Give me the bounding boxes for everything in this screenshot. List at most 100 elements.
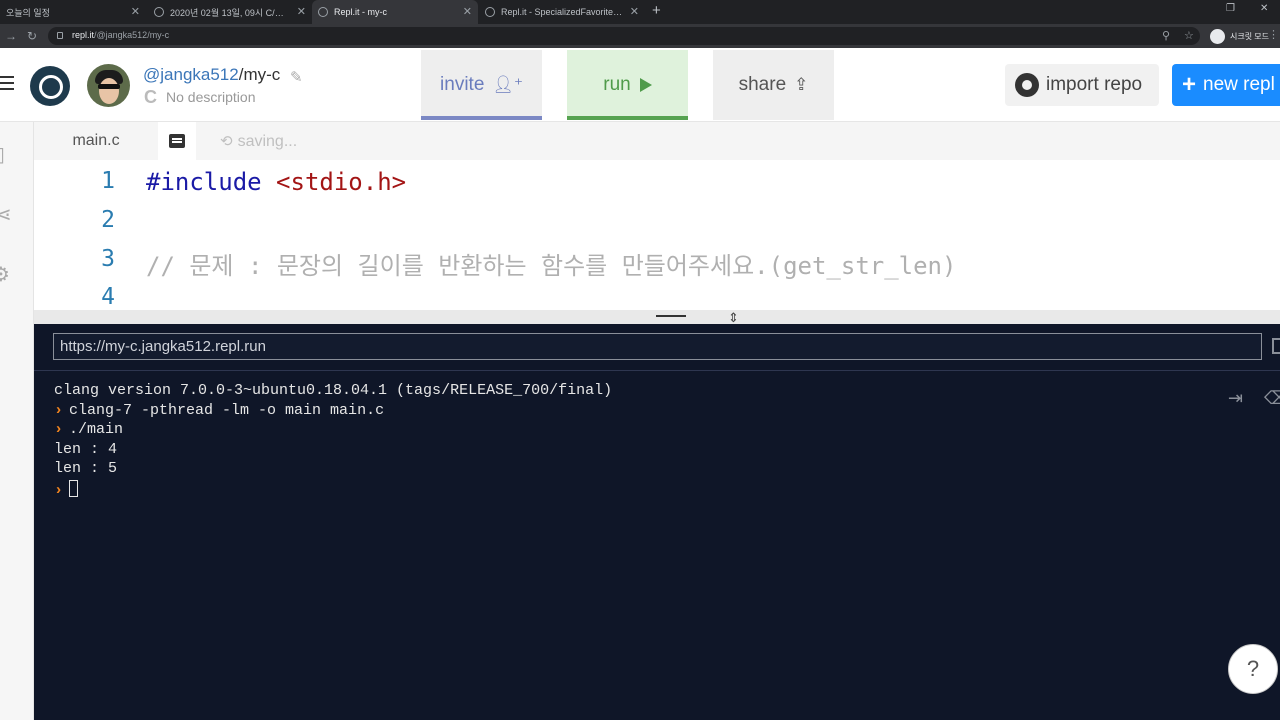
share-nodes-icon[interactable]: ⋖: [0, 202, 12, 227]
console-pane: https://my-c.jangka512.repl.run clang ve…: [34, 324, 1280, 720]
tab-close-icon[interactable]: ✕: [630, 5, 639, 19]
browser-tab-bar: 오늘의 일정 ✕ 2020년 02월 13일, 09시 C/자료구조 ✕ Rep…: [0, 0, 1280, 24]
file-menu-button[interactable]: [158, 122, 196, 160]
browser-tab-active[interactable]: Repl.it - my-c ✕: [312, 0, 478, 24]
replit-logo-icon[interactable]: [30, 66, 70, 106]
browser-tab-label: 2020년 02월 13일, 09시 C/자료구조: [170, 7, 306, 18]
code-editor[interactable]: 1 #include <stdio.h> 2 3 // 문제 : 문장의 길이를…: [34, 160, 1280, 310]
close-window-icon[interactable]: ✕: [1260, 3, 1268, 14]
pane-resize-handle[interactable]: ⇕: [34, 310, 1280, 325]
new-repl-button[interactable]: + new repl: [1172, 64, 1280, 106]
code-line: 1 #include <stdio.h>: [34, 162, 1280, 201]
share-button[interactable]: share ⇪: [713, 50, 834, 120]
terminal-line-text: clang version 7.0.0-3~ubuntu0.18.04.1 (t…: [54, 382, 613, 399]
replit-favicon-icon: [318, 7, 328, 17]
terminal-input-line[interactable]: ›: [54, 479, 612, 500]
line-number: 4: [101, 284, 115, 310]
run-button[interactable]: run: [567, 50, 688, 120]
prompt-chevron-icon: ›: [54, 421, 64, 438]
history-icon: ⟲: [220, 133, 233, 150]
backspace-icon[interactable]: ⌫: [1264, 388, 1280, 409]
profile-label: 시크릿 모드: [1230, 31, 1270, 41]
incognito-icon: [1210, 28, 1225, 44]
repl-name[interactable]: /my-c: [239, 65, 281, 84]
editor-tab-bar: main.c ⟲ saving...: [34, 122, 1280, 160]
files-icon[interactable]: ▯: [0, 142, 5, 167]
import-label: import repo: [1046, 74, 1143, 95]
new-repl-label: new repl: [1203, 74, 1275, 95]
terminal-line: len : 5: [54, 460, 612, 480]
github-icon: [1015, 73, 1039, 97]
terminal-line: › clang-7 -pthread -lm -o main main.c: [54, 402, 612, 422]
lock-icon: [57, 32, 63, 39]
repl-owner-link[interactable]: @jangka512: [143, 65, 239, 84]
help-button[interactable]: ?: [1228, 644, 1278, 694]
terminal-line-text: len : 4: [54, 440, 118, 458]
add-user-icon: 👤︎⁺: [492, 75, 523, 94]
save-status-label: saving...: [237, 133, 298, 150]
url-text: repl.it/@jangka512/my-c: [72, 30, 169, 40]
line-number: 1: [101, 168, 115, 194]
star-icon[interactable]: ☆: [1184, 29, 1194, 42]
repl-description[interactable]: No description: [166, 89, 256, 105]
browser-tab[interactable]: 오늘의 일정 ✕: [0, 0, 146, 24]
terminal-output[interactable]: clang version 7.0.0-3~ubuntu0.18.04.1 (t…: [54, 382, 612, 499]
clear-console-icon[interactable]: ⇥: [1228, 388, 1243, 409]
share-label: share: [738, 74, 787, 95]
url-host: repl.it: [72, 30, 95, 40]
avatar[interactable]: [87, 64, 130, 107]
incognito-profile[interactable]: 시크릿 모드: [1210, 27, 1269, 45]
repl-header: @jangka512/my-c ✎ C No description invit…: [0, 48, 1280, 122]
browser-tab-label: 오늘의 일정: [6, 7, 50, 18]
repl-title: @jangka512/my-c: [143, 65, 280, 85]
prompt-chevron-icon: ›: [54, 401, 64, 419]
code-line: 3 // 문제 : 문장의 길이를 반환하는 함수를 만들어주세요.(get_s…: [34, 240, 1280, 280]
play-icon: [639, 78, 652, 92]
menu-icon[interactable]: [0, 76, 14, 92]
tab-close-icon[interactable]: ✕: [131, 5, 140, 19]
line-number: 3: [101, 246, 115, 272]
reload-icon[interactable]: ↻: [27, 29, 37, 43]
pencil-icon[interactable]: ✎: [290, 68, 303, 86]
side-rail: ▯ ⋖ ⚙: [0, 122, 34, 720]
url-input[interactable]: repl.it/@jangka512/my-c ⚲ ☆: [48, 27, 1200, 45]
new-tab-icon[interactable]: +: [652, 3, 661, 19]
run-label: run: [603, 74, 631, 95]
browser-tab[interactable]: 2020년 02월 13일, 09시 C/자료구조 ✕: [148, 0, 312, 24]
tab-close-icon[interactable]: ✕: [297, 5, 306, 19]
invite-label: invite: [440, 74, 485, 95]
browser-tab-label: Repl.it - my-c: [334, 7, 388, 17]
terminal-line-text: clang-7 -pthread -lm -o main main.c: [69, 401, 385, 419]
terminal-line-text: ./main: [69, 421, 124, 438]
browser-tab-label: Repl.it - SpecializedFavoriteVisitor: [501, 7, 638, 17]
browser-menu-icon[interactable]: ⋮: [1268, 28, 1279, 41]
url-path: /@jangka512/my-c: [94, 30, 170, 40]
terminal-cursor: [69, 479, 79, 497]
web-view-url-field[interactable]: https://my-c.jangka512.repl.run: [53, 333, 1262, 360]
open-new-window-icon[interactable]: [1272, 338, 1280, 354]
invite-button[interactable]: invite 👤︎⁺: [421, 50, 542, 120]
settings-gear-icon[interactable]: ⚙: [0, 262, 10, 287]
file-tab-main-c[interactable]: main.c: [34, 122, 158, 160]
tab-close-icon[interactable]: ✕: [463, 5, 472, 19]
screen: 오늘의 일정 ✕ 2020년 02월 13일, 09시 C/자료구조 ✕ Rep…: [0, 0, 1280, 720]
document-icon: [169, 134, 185, 148]
favicon-icon: [154, 7, 164, 17]
c-language-icon: C: [144, 87, 157, 107]
terminal-line-text: len : 5: [54, 460, 118, 477]
share-icon: ⇪: [794, 75, 809, 94]
import-repo-button[interactable]: import repo: [1005, 64, 1159, 106]
code-string: <stdio.h>: [261, 168, 407, 196]
code-line: 2: [34, 201, 1280, 240]
file-tab-label: main.c: [72, 132, 120, 149]
restore-window-icon[interactable]: ❐: [1226, 3, 1235, 14]
prompt-chevron-icon: ›: [54, 481, 64, 499]
zoom-icon[interactable]: ⚲: [1162, 29, 1170, 42]
browser-tab[interactable]: Repl.it - SpecializedFavoriteVisitor ✕: [479, 0, 645, 24]
replit-favicon-icon: [485, 7, 495, 17]
save-status: ⟲ saving...: [220, 132, 297, 151]
forward-icon[interactable]: →: [5, 29, 17, 43]
browser-address-bar: → ↻ repl.it/@jangka512/my-c ⚲ ☆ 시크릿 모드 ⋮: [0, 24, 1280, 48]
terminal-line: clang version 7.0.0-3~ubuntu0.18.04.1 (t…: [54, 382, 612, 402]
terminal-line: › ./main: [54, 421, 612, 441]
